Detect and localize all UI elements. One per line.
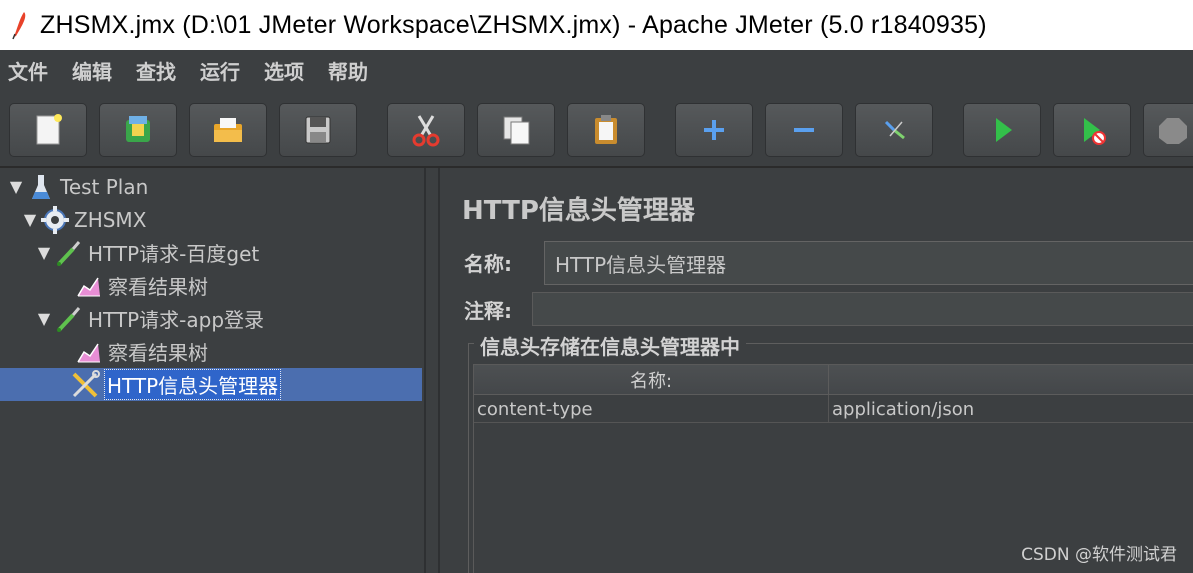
menu-file[interactable]: 文件 [8, 56, 48, 85]
tree-label: Test Plan [60, 174, 149, 199]
tree-node-results-tree-1[interactable]: 察看结果树 [74, 269, 208, 302]
tree-label: HTTP请求-app登录 [88, 308, 265, 332]
menu-search[interactable]: 查找 [136, 56, 176, 85]
toggle-button[interactable] [855, 103, 933, 157]
expanded-arrow-icon[interactable]: ▼ [34, 243, 54, 262]
expanded-arrow-icon[interactable]: ▼ [20, 210, 40, 229]
collapse-all-button[interactable] [765, 103, 843, 157]
tree-label: HTTP信息头管理器 [104, 369, 282, 400]
copy-icon [503, 116, 530, 145]
open-icon [214, 118, 242, 142]
toolbar [0, 90, 1193, 168]
new-button[interactable] [9, 103, 87, 157]
title-bar: ZHSMX.jmx (D:\01 JMeter Workspace\ZHSMX.… [0, 0, 1193, 50]
tree-label: HTTP请求-百度get [88, 242, 260, 266]
headers-group-title: 信息头存储在信息头管理器中 [474, 331, 746, 360]
save-icon [305, 116, 331, 144]
paste-button[interactable] [567, 103, 645, 157]
copy-button[interactable] [477, 103, 555, 157]
window-title: ZHSMX.jmx (D:\01 JMeter Workspace\ZHSMX.… [40, 10, 987, 39]
test-plan-tree: ▼ Test Plan ▼ ZHSMX ▼ HTTP请求-百度get 察看结果树… [0, 168, 424, 573]
comment-label: 注释: [464, 299, 512, 323]
pipette-icon [54, 304, 84, 334]
split-pane-divider[interactable] [424, 168, 440, 573]
templates-icon [126, 116, 150, 142]
chart-icon [74, 337, 104, 367]
templates-button[interactable] [99, 103, 177, 157]
comment-field[interactable] [532, 292, 1193, 326]
expand-all-button[interactable] [675, 103, 753, 157]
tree-node-results-tree-2[interactable]: 察看结果树 [74, 335, 208, 368]
expanded-arrow-icon[interactable]: ▼ [34, 309, 54, 328]
name-label: 名称: [464, 252, 512, 276]
stop-icon [1159, 118, 1187, 144]
header-name-cell[interactable]: content-type [474, 395, 829, 423]
expanded-arrow-icon[interactable]: ▼ [6, 177, 26, 196]
table-header: 名称: [474, 365, 1193, 395]
watermark: CSDN @软件测试君 [1021, 545, 1177, 565]
column-header-name[interactable]: 名称: [474, 365, 829, 395]
tree-node-thread-group[interactable]: ▼ ZHSMX [20, 203, 146, 236]
paste-icon [595, 115, 617, 144]
tree-node-header-manager[interactable]: HTTP信息头管理器 [0, 368, 422, 401]
cut-icon [412, 115, 440, 147]
collapse-icon [794, 128, 814, 132]
column-header-value[interactable] [829, 365, 1193, 395]
menu-run[interactable]: 运行 [200, 56, 240, 85]
tree-node-test-plan[interactable]: ▼ Test Plan [6, 170, 148, 203]
tools-icon [70, 369, 100, 400]
start-button[interactable] [963, 103, 1041, 157]
header-value-cell[interactable]: application/json [829, 395, 1193, 423]
feather-icon [0, 0, 40, 50]
stop-button[interactable] [1143, 103, 1193, 157]
cut-button[interactable] [387, 103, 465, 157]
tree-node-http-request-app-login[interactable]: ▼ HTTP请求-app登录 [34, 302, 264, 335]
start-no-timers-icon [1084, 118, 1106, 145]
menu-edit[interactable]: 编辑 [72, 56, 112, 85]
start-no-timers-button[interactable] [1053, 103, 1131, 157]
menu-bar: 文件 编辑 查找 运行 选项 帮助 [0, 50, 1193, 90]
new-icon [36, 114, 62, 145]
tree-label: 察看结果树 [108, 341, 208, 365]
tree-node-http-request-baidu[interactable]: ▼ HTTP请求-百度get [34, 236, 259, 269]
save-button[interactable] [279, 103, 357, 157]
tree-label: 察看结果树 [108, 275, 208, 299]
table-row[interactable]: content-type application/json [474, 395, 1193, 423]
page-title: HTTP信息头管理器 [462, 196, 695, 226]
menu-options[interactable]: 选项 [264, 56, 304, 85]
chart-icon [74, 271, 104, 301]
open-button[interactable] [189, 103, 267, 157]
expand-icon [704, 120, 724, 140]
start-icon [996, 118, 1012, 142]
tree-label: ZHSMX [74, 207, 147, 232]
header-manager-panel: HTTP信息头管理器 名称: HTTP信息头管理器 注释: 信息头存储在信息头管… [440, 168, 1193, 573]
toggle-icon [884, 120, 905, 140]
pipette-icon [54, 238, 84, 268]
name-field[interactable]: HTTP信息头管理器 [544, 241, 1193, 285]
gear-icon [40, 205, 70, 235]
flask-icon [26, 172, 56, 202]
menu-help[interactable]: 帮助 [328, 56, 368, 85]
